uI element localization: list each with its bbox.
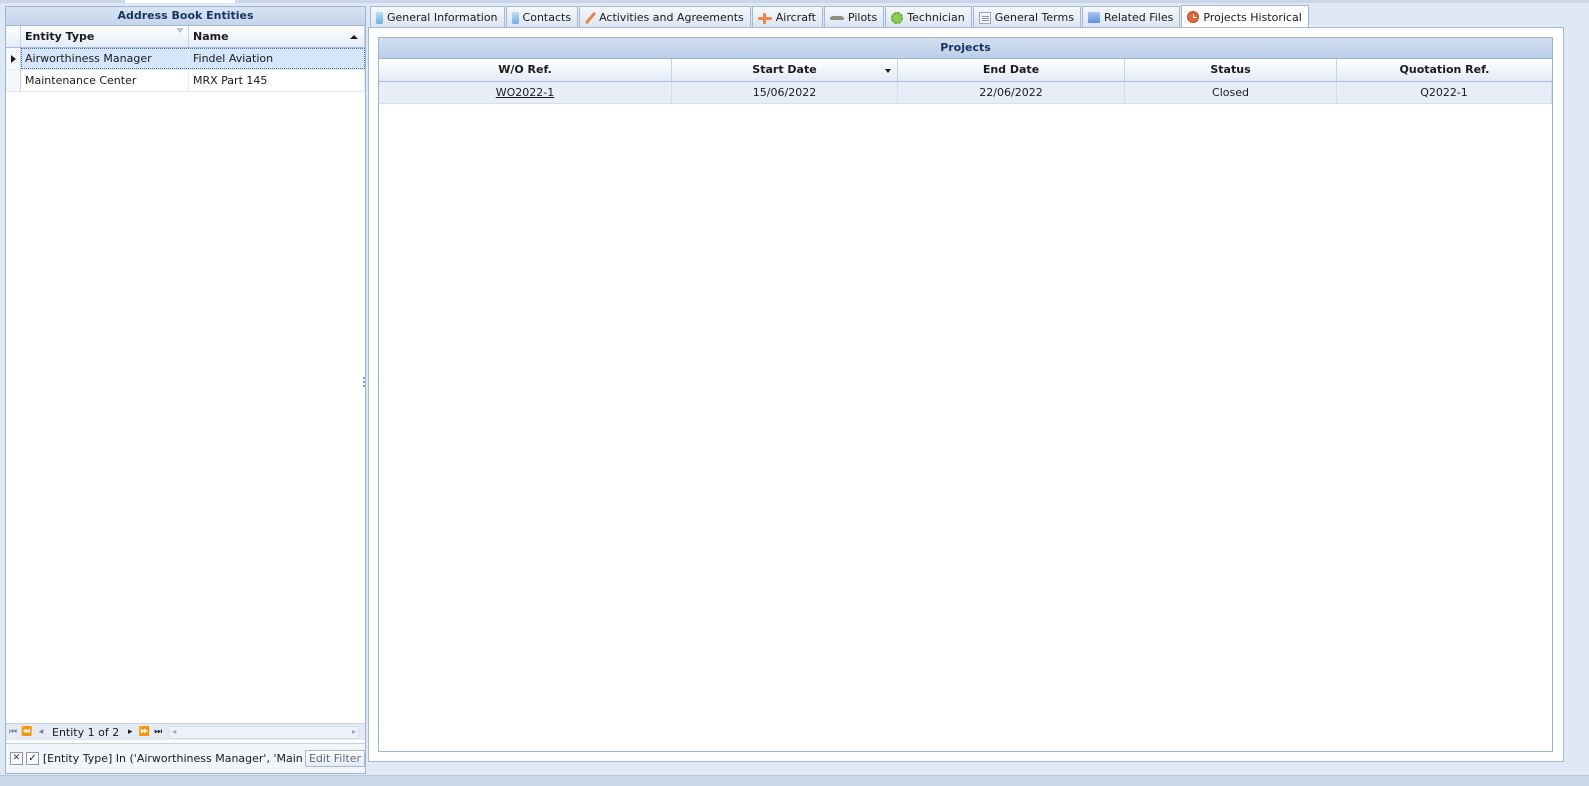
tab-label: General Terms [994,11,1074,24]
row-indicator [6,48,21,69]
table-row[interactable]: Maintenance Center MRX Part 145 [6,70,365,92]
next-record-icon[interactable]: ▸ [123,725,137,740]
cell-wo-ref-link[interactable]: WO2022-1 [379,82,672,103]
tab-pilots[interactable]: Pilots [823,6,885,28]
clock-icon [1187,11,1200,23]
filter-enabled-checkbox[interactable]: ✓ [25,752,39,765]
projects-grid-title: Projects [379,38,1552,59]
entities-grid-header: Entity Type Name [6,26,365,48]
tab-label: Activities and Agreements [599,11,744,24]
cell-entity-type[interactable]: Maintenance Center [21,70,189,91]
document-icon [978,11,991,24]
address-book-title: Address Book Entities [6,7,365,26]
book-icon [376,11,383,24]
column-header-name[interactable]: Name [189,26,365,47]
tab-label: Technician [907,11,965,24]
tab-aircraft[interactable]: Aircraft [751,6,823,28]
record-navigator: ⏮ ⏪ ◂ Entity 1 of 2 ▸ ⏩ ⏭ ◂ ▸ [6,723,365,740]
tab-general-terms[interactable]: General Terms [972,6,1081,28]
detail-tabs: General Information Contacts Activities … [370,5,1310,28]
column-header-entity-type-label: Entity Type [25,30,95,43]
filter-icon[interactable] [176,28,184,33]
horizontal-scrollbar[interactable]: ◂ ▸ [169,725,359,739]
book-icon [511,11,519,24]
column-header-end-date[interactable]: End Date [898,59,1125,81]
sort-descending-icon [885,69,891,73]
airplane-icon [757,12,772,24]
previous-record-icon[interactable]: ◂ [34,725,48,740]
cell-name[interactable]: Findel Aviation [189,48,365,69]
row-indicator [6,70,21,91]
tab-technician[interactable]: Technician [885,6,972,28]
current-row-arrow-icon [11,55,16,63]
top-strip [0,0,1589,3]
cell-status[interactable]: Closed [1125,82,1337,103]
gear-icon [891,11,904,24]
first-record-icon[interactable]: ⏮ [6,725,20,740]
wrench-icon [585,12,595,24]
column-header-start-date[interactable]: Start Date [672,59,898,81]
tab-activities-and-agreements[interactable]: Activities and Agreements [579,6,751,28]
tab-label: General Information [387,11,498,24]
tab-label: Projects Historical [1203,10,1302,24]
row-indicator-header [6,26,21,47]
address-book-panel: Address Book Entities Entity Type Name A… [5,6,366,774]
sort-ascending-icon [350,35,358,39]
tab-projects-historical[interactable]: Projects Historical [1181,5,1309,28]
tab-contacts[interactable]: Contacts [505,6,579,28]
scroll-left-icon[interactable]: ◂ [172,727,176,736]
tab-label: Contacts [522,11,572,24]
cell-end-date[interactable]: 22/06/2022 [898,82,1125,103]
tab-related-files[interactable]: Related Files [1081,6,1181,28]
cell-start-date[interactable]: 15/06/2022 [672,82,898,103]
tab-content: Projects W/O Ref. Start Date End Date St… [368,27,1564,762]
scroll-right-icon[interactable]: ▸ [352,727,356,736]
previous-page-icon[interactable]: ⏪ [20,725,34,740]
projects-grid: Projects W/O Ref. Start Date End Date St… [378,37,1553,752]
record-position: Entity 1 of 2 [52,725,120,739]
status-strip [0,775,1589,786]
cell-quotation-ref[interactable]: Q2022-1 [1337,82,1552,103]
tab-label: Related Files [1103,11,1174,24]
folder-icon [1087,12,1100,23]
column-header-start-date-label: Start Date [752,63,817,76]
pilot-wings-icon [829,12,844,24]
last-record-icon[interactable]: ⏭ [151,725,165,740]
panel-splitter[interactable] [363,377,365,391]
clear-filter-icon[interactable]: ✕ [10,752,23,765]
column-header-entity-type[interactable]: Entity Type [21,26,189,47]
edit-filter-button[interactable]: Edit Filter [304,750,365,767]
column-header-wo-ref[interactable]: W/O Ref. [379,59,672,81]
table-row[interactable]: Airworthiness Manager Findel Aviation [6,48,365,70]
next-page-icon[interactable]: ⏩ [137,725,151,740]
table-row[interactable]: WO2022-1 15/06/2022 22/06/2022 Closed Q2… [379,82,1552,104]
column-header-quotation-ref[interactable]: Quotation Ref. [1337,59,1552,81]
tab-label: Aircraft [775,11,816,24]
cell-name[interactable]: MRX Part 145 [189,70,365,91]
column-header-name-label: Name [193,30,229,43]
filter-panel: ✕ ✓ [Entity Type] In ('Airworthiness Man… [6,743,365,773]
projects-grid-header: W/O Ref. Start Date End Date Status Quot… [379,59,1552,82]
top-strip-segment [125,0,235,3]
tab-general-information[interactable]: General Information [370,6,505,28]
cell-entity-type[interactable]: Airworthiness Manager [21,48,189,69]
column-header-status[interactable]: Status [1125,59,1337,81]
tab-label: Pilots [847,11,878,24]
filter-expression[interactable]: [Entity Type] In ('Airworthiness Manager… [43,752,303,765]
